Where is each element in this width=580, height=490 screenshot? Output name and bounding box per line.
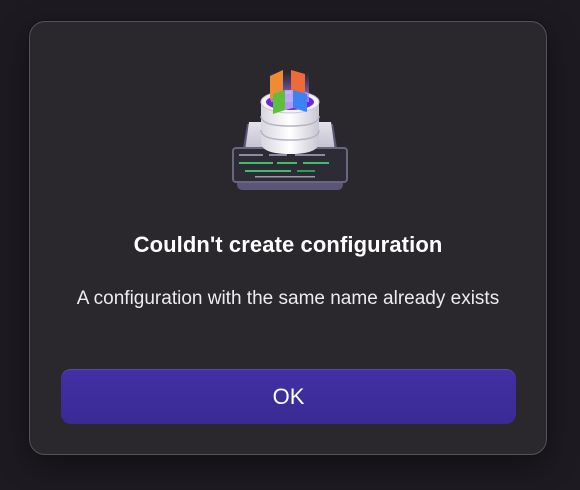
alert-title: Couldn't create configuration bbox=[133, 232, 443, 257]
ok-button[interactable]: OK bbox=[61, 369, 516, 424]
alert-dialog: Couldn't create configuration A configur… bbox=[29, 21, 547, 455]
app-icon bbox=[225, 62, 355, 192]
alert-message: A configuration with the same name alrea… bbox=[76, 288, 500, 309]
